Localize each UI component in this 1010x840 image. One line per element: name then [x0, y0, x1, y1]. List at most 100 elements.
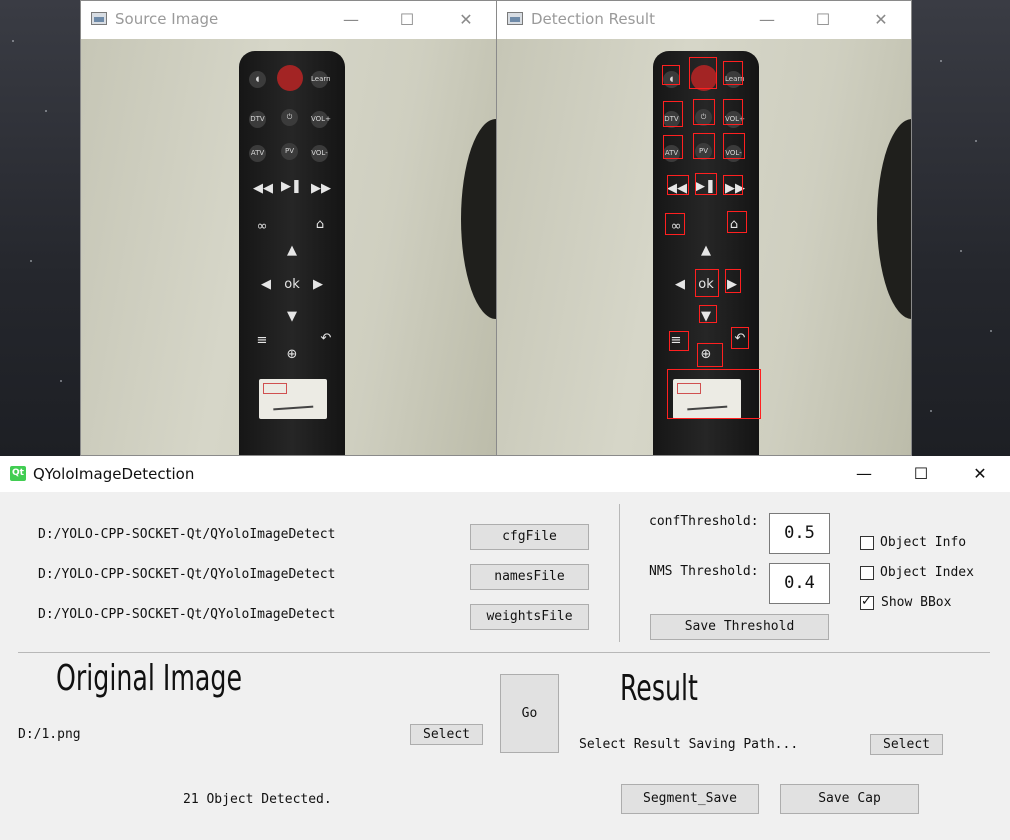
- detection-bbox: [695, 269, 719, 297]
- detection-bbox: [689, 57, 717, 89]
- detection-bbox: [665, 213, 685, 235]
- source-window-titlebar[interactable]: Source Image — ☐ ✕: [81, 1, 496, 39]
- detection-bbox: [663, 135, 683, 159]
- voldown-button-image: VOL-: [311, 145, 328, 162]
- cfg-file-button[interactable]: cfgFile: [470, 524, 589, 550]
- original-select-button[interactable]: Select: [410, 724, 483, 745]
- detection-bbox: [725, 269, 741, 293]
- volup-button-image: VOL+: [311, 111, 331, 128]
- detection-bbox: [723, 61, 743, 85]
- result-window-titlebar[interactable]: Detection Result — ☐ ✕: [497, 1, 911, 39]
- close-button[interactable]: ✕: [966, 461, 994, 487]
- names-file-button[interactable]: namesFile: [470, 564, 589, 590]
- detection-bbox: [727, 211, 747, 233]
- detection-bbox: [667, 369, 761, 419]
- window-title: Source Image: [115, 10, 219, 28]
- background-shadow: [461, 119, 496, 319]
- original-image-path: D:/1.png: [18, 727, 81, 742]
- close-button[interactable]: ✕: [452, 7, 480, 33]
- cfg-file-path: D:/YOLO-CPP-SOCKET-Qt/QYoloImageDetect: [38, 527, 336, 542]
- show-bbox-checkbox[interactable]: [860, 594, 874, 610]
- image-icon: [91, 12, 107, 25]
- remote-control-image: ◖ Learn DTV ⏻ VOL+ ATV PV VOL- ◀◀ ▶❚ ▶▶ …: [239, 51, 345, 455]
- sticker-label-image: [259, 379, 327, 419]
- detection-bbox: [697, 343, 723, 367]
- object-info-checkbox[interactable]: [860, 536, 874, 550]
- detection-bbox: [731, 327, 749, 349]
- result-image-canvas: ◖ Learn DTV ⏻ VOL+ ATV PV VOL- ◀◀ ▶❚ ▶▶ …: [497, 39, 911, 455]
- dtv-button-image: DTV: [249, 111, 266, 128]
- detection-status: 21 Object Detected.: [183, 792, 332, 807]
- window-title: Detection Result: [531, 10, 655, 28]
- left-arrow-icon: ◀: [261, 277, 271, 292]
- main-app-window[interactable]: Qt QYoloImageDetection — ☐ ✕ D:/YOLO-CPP…: [0, 456, 1010, 840]
- go-button[interactable]: Go: [500, 674, 559, 753]
- vertical-divider: [619, 504, 620, 642]
- up-arrow-icon: ▲: [287, 243, 297, 258]
- detection-bbox: [723, 133, 745, 159]
- right-arrow-icon: ▶: [313, 277, 323, 292]
- result-heading: Result: [620, 668, 698, 709]
- left-arrow-icon: ◀: [675, 277, 685, 292]
- detection-bbox: [723, 99, 743, 125]
- maximize-button[interactable]: ☐: [393, 7, 421, 33]
- home-icon: ⌂: [315, 217, 325, 232]
- nms-threshold-input[interactable]: 0.4: [769, 563, 830, 604]
- source-image-window[interactable]: Source Image — ☐ ✕ ◖ Learn DTV ⏻ VOL+ AT…: [80, 0, 497, 456]
- source-image-canvas: ◖ Learn DTV ⏻ VOL+ ATV PV VOL- ◀◀ ▶❚ ▶▶ …: [81, 39, 496, 455]
- standby-button-image: ⏻: [281, 109, 298, 126]
- object-info-label[interactable]: Object Info: [880, 535, 966, 550]
- horizontal-divider: [18, 652, 990, 653]
- detection-bbox: [669, 331, 689, 351]
- detection-bbox: [693, 133, 715, 159]
- conf-threshold-input[interactable]: 0.5: [769, 513, 830, 554]
- save-cap-button[interactable]: Save Cap: [780, 784, 919, 814]
- app-title: QYoloImageDetection: [33, 465, 195, 483]
- detection-bbox: [693, 99, 715, 125]
- down-arrow-icon: ▼: [287, 309, 297, 324]
- conf-threshold-label: confThreshold:: [649, 514, 759, 529]
- segment-save-button[interactable]: Segment_Save: [621, 784, 759, 814]
- atv-button-image: ATV: [249, 145, 266, 162]
- close-button[interactable]: ✕: [867, 7, 895, 33]
- detection-result-window[interactable]: Detection Result — ☐ ✕ ◖ Learn DTV ⏻ VOL…: [496, 0, 912, 456]
- names-file-path: D:/YOLO-CPP-SOCKET-Qt/QYoloImageDetect: [38, 567, 336, 582]
- result-saving-path: Select Result Saving Path...: [579, 737, 799, 752]
- maximize-button[interactable]: ☐: [809, 7, 837, 33]
- play-pause-icon: ▶❚: [281, 179, 302, 194]
- result-select-button[interactable]: Select: [870, 734, 943, 755]
- minimize-button[interactable]: —: [337, 7, 365, 33]
- qt-logo-icon: Qt: [10, 466, 26, 481]
- power-button-image: [277, 65, 303, 91]
- object-index-checkbox[interactable]: [860, 566, 874, 580]
- maximize-button[interactable]: ☐: [907, 461, 935, 487]
- detection-bbox: [667, 175, 689, 195]
- detection-bbox: [699, 305, 717, 323]
- game-icon: ⊕: [286, 347, 298, 362]
- link-icon: ∞: [256, 219, 268, 234]
- weights-file-button[interactable]: weightsFile: [470, 604, 589, 630]
- learn-button-image: Learn: [311, 71, 331, 88]
- app-titlebar[interactable]: Qt QYoloImageDetection — ☐ ✕: [0, 456, 1010, 492]
- pv-button-image: PV: [281, 143, 298, 160]
- detection-bbox: [695, 173, 717, 195]
- nms-threshold-label: NMS Threshold:: [649, 564, 759, 579]
- object-index-label[interactable]: Object Index: [880, 565, 974, 580]
- rewind-icon: ◀◀: [253, 181, 273, 196]
- minimize-button[interactable]: —: [850, 461, 878, 487]
- image-icon: [507, 12, 523, 25]
- detection-bbox: [663, 101, 683, 127]
- weights-file-path: D:/YOLO-CPP-SOCKET-Qt/QYoloImageDetect: [38, 607, 336, 622]
- show-bbox-label[interactable]: Show BBox: [881, 595, 951, 610]
- original-image-heading: Original Image: [56, 658, 243, 699]
- menu-icon: ≡: [256, 333, 268, 348]
- minimize-button[interactable]: —: [753, 7, 781, 33]
- background-shadow: [877, 119, 911, 319]
- detection-bbox: [662, 65, 680, 85]
- save-threshold-button[interactable]: Save Threshold: [650, 614, 829, 640]
- up-arrow-icon: ▲: [701, 243, 711, 258]
- ok-button-image: ok: [284, 277, 300, 292]
- mute-button-image: ◖: [249, 71, 266, 88]
- detection-bbox: [723, 175, 743, 195]
- back-icon: ↶: [320, 331, 332, 346]
